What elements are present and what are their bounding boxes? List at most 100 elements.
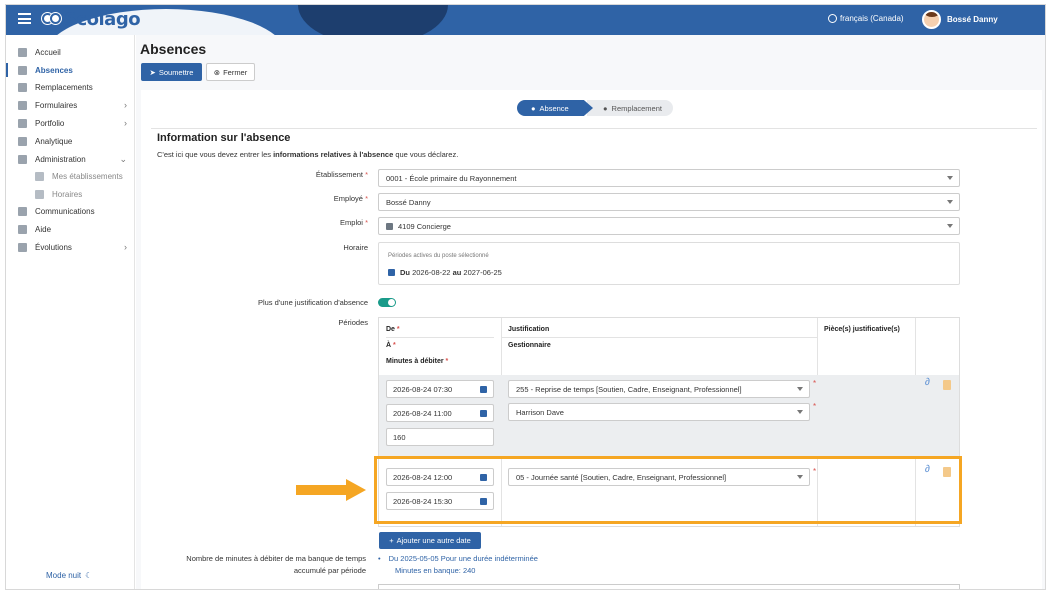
arrow-annotation-icon <box>296 479 366 501</box>
required-mark: * <box>365 218 368 227</box>
header-divider <box>386 337 494 338</box>
header-pieces: Pièce(s) justificative(s) <box>824 326 900 333</box>
caret-down-icon <box>797 410 803 414</box>
add-date-label: Ajouter une autre date <box>396 536 471 545</box>
label-text: Emploi <box>340 218 363 227</box>
plus-icon: + <box>389 536 394 545</box>
header-minutes: Minutes à débiter * <box>386 358 448 365</box>
night-mode-toggle[interactable]: Mode nuit ☾ <box>46 571 92 580</box>
step-label: Remplacement <box>611 103 662 113</box>
select-value: Bossé Danny <box>386 197 431 207</box>
user-name: Bossé Danny <box>947 15 998 24</box>
calendar-icon[interactable] <box>480 410 487 417</box>
sidebar-item-portfolio[interactable]: Portfolio › <box>6 115 135 131</box>
sidebar-item-mes-etablissements[interactable]: Mes établissements <box>6 168 135 184</box>
forms-icon <box>18 100 27 110</box>
sidebar-item-label: Mes établissements <box>52 171 123 181</box>
page-title: Absences <box>140 41 207 57</box>
night-mode-label: Mode nuit <box>46 571 82 580</box>
de-datetime-input[interactable]: 2026-08-24 07:30 <box>386 380 494 398</box>
required-mark: * <box>445 358 449 365</box>
sidebar-item-label: Horaires <box>52 189 83 199</box>
brand-name: Scolago <box>64 8 141 30</box>
input-value: 2026-08-24 11:00 <box>393 408 452 418</box>
trash-icon[interactable] <box>943 380 951 390</box>
calendar-icon[interactable] <box>480 386 487 393</box>
header-text: De <box>386 326 395 333</box>
sidebar-item-horaires[interactable]: Horaires <box>6 186 135 202</box>
sidebar-item-remplacements[interactable]: Remplacements <box>6 79 135 95</box>
chevron-right-icon: › <box>124 118 127 128</box>
close-button[interactable]: ⊗ Fermer <box>206 63 255 81</box>
step-absence[interactable]: ● Absence <box>517 100 593 116</box>
horaire-end: 2027-06-25 <box>463 268 502 277</box>
justification-select[interactable]: 255 - Reprise de temps [Soutien, Cadre, … <box>508 380 810 398</box>
briefcase-icon <box>386 222 393 230</box>
minutes-input[interactable]: 160 <box>386 428 494 446</box>
sidebar-item-analytique[interactable]: Analytique <box>6 133 135 149</box>
absence-icon <box>18 65 27 75</box>
sidebar-item-absences[interactable]: Absences <box>6 62 135 78</box>
sidebar-item-aide[interactable]: Aide <box>6 221 135 237</box>
megaphone-icon <box>18 206 27 216</box>
brand-logo[interactable]: Scolago <box>40 8 141 30</box>
paperclip-icon[interactable]: ∂ <box>925 377 930 388</box>
header-divider <box>501 337 817 338</box>
emploi-select[interactable]: 4109 Concierge <box>378 217 960 235</box>
send-icon: ➤ <box>149 67 156 77</box>
person-icon: ● <box>531 103 536 113</box>
sidebar-item-label: Remplacements <box>35 82 93 92</box>
help-icon <box>18 224 27 234</box>
sidebar-item-evolutions[interactable]: Évolutions › <box>6 239 135 255</box>
a-datetime-input[interactable]: 2026-08-24 11:00 <box>386 404 494 422</box>
bullet-icon: • <box>378 554 381 563</box>
gestionnaire-select[interactable]: Harrison Dave <box>508 403 810 421</box>
horaire-du: Du <box>400 268 410 277</box>
avatar <box>922 10 941 29</box>
etablissement-select[interactable]: 0001 - École primaire du Rayonnement <box>378 169 960 187</box>
header-text: À <box>386 342 392 349</box>
sidebar-item-administration[interactable]: Administration ⌄ <box>6 151 135 167</box>
bank-label: Nombre de minutes à débiter de ma banque… <box>171 553 366 577</box>
sidebar-item-communications[interactable]: Communications <box>6 203 135 219</box>
user-menu[interactable]: Bossé Danny <box>922 10 998 29</box>
required-mark: * <box>813 379 817 388</box>
sidebar-item-label: Administration <box>35 154 86 164</box>
menu-icon[interactable] <box>18 13 31 24</box>
required-mark: * <box>813 402 817 411</box>
person-icon: ● <box>603 103 608 113</box>
submit-button[interactable]: ➤ Soumettre <box>141 63 202 81</box>
bank-period: Du 2025-05-05 Pour une durée indéterminé… <box>388 554 538 563</box>
sidebar-item-formulaires[interactable]: Formulaires › <box>6 97 135 113</box>
required-mark: * <box>396 326 400 333</box>
section-description: C'est ici que vous devez entrer les info… <box>157 150 458 159</box>
caret-down-icon <box>947 224 953 228</box>
add-date-button[interactable]: + Ajouter une autre date <box>379 532 481 549</box>
app-window: Scolago français (Canada) Bossé Danny Ac… <box>5 4 1046 590</box>
language-selector[interactable]: français (Canada) <box>828 14 904 23</box>
step-label: Absence <box>539 103 569 113</box>
desc-text: que vous déclarez. <box>393 150 459 159</box>
sidebar-item-label: Accueil <box>35 47 61 57</box>
trophy-icon <box>18 118 27 128</box>
chevron-right-icon: › <box>124 242 127 252</box>
plus-justification-toggle[interactable] <box>378 298 396 307</box>
sidebar-item-label: Portfolio <box>35 118 65 128</box>
sidebar-item-accueil[interactable]: Accueil <box>6 44 135 60</box>
select-value: 4109 Concierge <box>398 221 451 231</box>
select-value: Harrison Dave <box>516 407 564 417</box>
partial-input[interactable] <box>378 584 960 589</box>
sidebar: Accueil Absences Remplacements Formulair… <box>6 35 135 589</box>
step-remplacement[interactable]: ● Remplacement <box>587 100 673 116</box>
schedule-icon <box>35 189 44 199</box>
bank-minutes: Minutes en banque: 240 <box>395 566 476 575</box>
header-de: De * <box>386 326 400 333</box>
table-row: 2026-08-24 07:30 2026-08-24 11:00 160 25… <box>379 375 959 459</box>
chevron-down-icon: ⌄ <box>119 153 127 164</box>
employe-select[interactable]: Bossé Danny <box>378 193 960 211</box>
etablissement-label: Établissement * <box>168 170 368 179</box>
caret-down-icon <box>947 200 953 204</box>
horaire-au: au <box>452 268 462 277</box>
input-value: 160 <box>393 432 406 442</box>
gear-icon <box>18 154 27 164</box>
